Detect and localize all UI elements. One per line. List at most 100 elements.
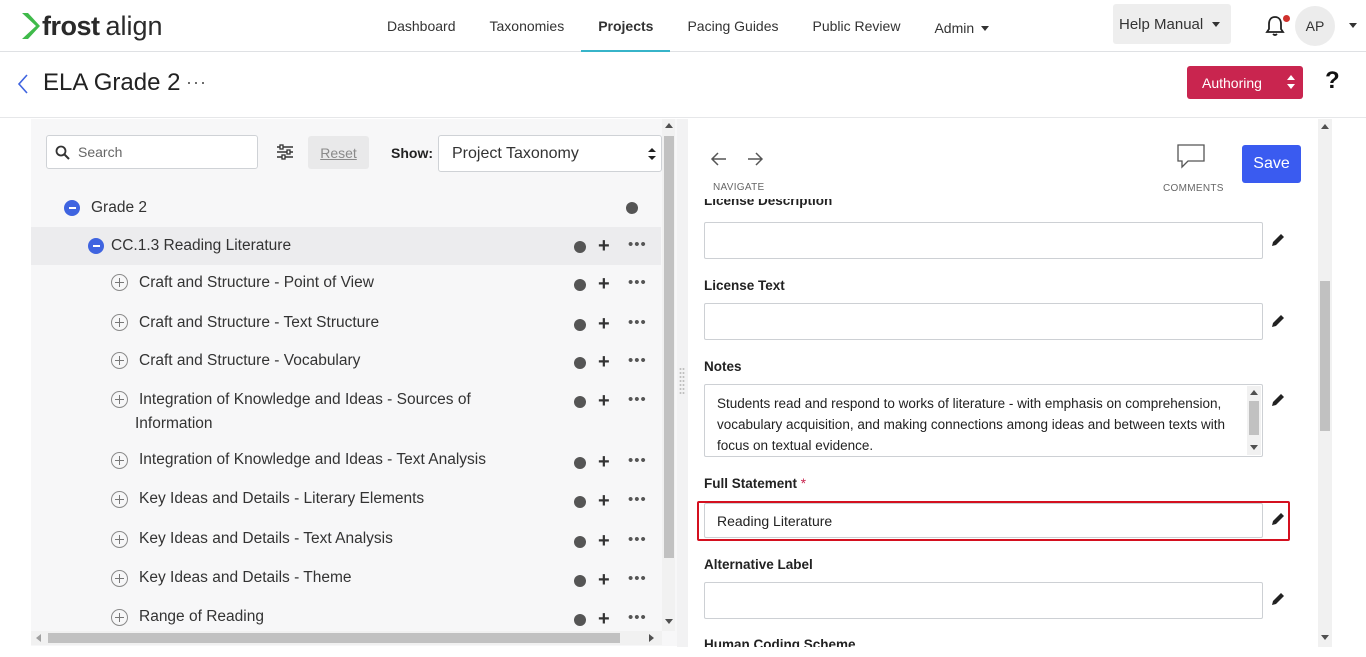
tree-row[interactable]: Key Ideas and Details - Text Analysis + … — [31, 523, 661, 562]
more-options-icon[interactable]: ••• — [628, 275, 647, 290]
collapse-icon[interactable] — [64, 200, 80, 216]
scrollbar-thumb[interactable] — [1249, 401, 1259, 435]
mode-select-label: Authoring — [1202, 74, 1262, 91]
scroll-up-arrow-icon[interactable] — [665, 123, 673, 128]
expand-icon[interactable] — [111, 570, 128, 587]
arrow-right-icon[interactable] — [748, 152, 764, 166]
tree-node-label: Craft and Structure - Point of View — [139, 274, 374, 291]
required-asterisk: * — [800, 476, 807, 491]
mode-select[interactable]: Authoring — [1187, 66, 1303, 99]
notes-field[interactable]: Students read and respond to works of li… — [704, 384, 1263, 457]
scrollbar-thumb[interactable] — [48, 633, 620, 643]
back-arrow-icon[interactable] — [15, 73, 31, 95]
scrollbar-thumb[interactable] — [1320, 281, 1330, 431]
pencil-edit-icon[interactable] — [1270, 313, 1286, 329]
tree-horizontal-scrollbar[interactable] — [31, 631, 662, 645]
add-child-icon[interactable]: + — [598, 236, 610, 256]
scroll-down-arrow-icon[interactable] — [1321, 635, 1329, 640]
show-select[interactable]: Project Taxonomy — [438, 135, 662, 172]
help-manual-dropdown[interactable]: Help Manual — [1113, 4, 1231, 44]
expand-icon[interactable] — [111, 314, 128, 331]
add-child-icon[interactable]: + — [598, 314, 610, 334]
license-text-field[interactable] — [704, 303, 1263, 340]
scroll-down-arrow-icon[interactable] — [665, 619, 673, 624]
add-child-icon[interactable]: + — [598, 274, 610, 294]
more-options-icon[interactable]: ••• — [628, 610, 647, 625]
pencil-edit-icon[interactable] — [1270, 232, 1286, 248]
pencil-edit-icon[interactable] — [1270, 511, 1286, 527]
status-dot-icon — [574, 357, 586, 369]
expand-icon[interactable] — [111, 491, 128, 508]
add-child-icon[interactable]: + — [598, 609, 610, 629]
add-child-icon[interactable]: + — [598, 570, 610, 590]
full-statement-field[interactable]: Reading Literature — [704, 503, 1263, 538]
more-options-icon[interactable]: ••• — [628, 532, 647, 547]
arrow-left-icon[interactable] — [710, 152, 726, 166]
frost-align-logo[interactable]: frost align — [20, 10, 163, 42]
scroll-up-arrow-icon[interactable] — [1250, 390, 1258, 395]
license-description-field[interactable] — [704, 222, 1263, 259]
status-dot-icon — [574, 575, 586, 587]
tree-row[interactable]: Key Ideas and Details - Theme + ••• — [31, 562, 661, 602]
expand-icon[interactable] — [111, 391, 128, 408]
more-options-icon[interactable]: ••• — [628, 492, 647, 507]
collapse-icon[interactable] — [88, 238, 104, 254]
tree-row[interactable]: Craft and Structure - Point of View + ••… — [31, 265, 661, 305]
expand-icon[interactable] — [111, 531, 128, 548]
panel-resize-handle[interactable] — [677, 119, 688, 647]
expand-icon[interactable] — [111, 452, 128, 469]
save-button[interactable]: Save — [1242, 145, 1301, 183]
expand-icon[interactable] — [111, 609, 128, 626]
more-options-icon[interactable]: ••• — [628, 353, 647, 368]
scrollbar-thumb[interactable] — [664, 136, 674, 558]
scroll-left-arrow-icon[interactable] — [36, 634, 41, 642]
status-dot-icon — [574, 457, 586, 469]
tree-node-label: Range of Reading — [139, 608, 264, 625]
chevron-down-icon[interactable] — [1349, 23, 1357, 28]
help-question-icon[interactable]: ? — [1325, 67, 1340, 95]
pencil-edit-icon[interactable] — [1270, 392, 1286, 408]
more-options-icon[interactable]: ••• — [628, 237, 647, 252]
add-child-icon[interactable]: + — [598, 452, 610, 472]
more-options-icon[interactable]: ••• — [628, 392, 647, 407]
more-options-icon[interactable]: ··· — [186, 72, 207, 93]
search-field[interactable] — [46, 135, 258, 169]
avatar[interactable]: AP — [1295, 6, 1335, 46]
scroll-right-arrow-icon[interactable] — [649, 634, 654, 642]
comments-icon[interactable] — [1176, 143, 1206, 169]
more-options-icon[interactable]: ••• — [628, 315, 647, 330]
more-options-icon[interactable]: ••• — [628, 571, 647, 586]
alternative-label-field[interactable] — [704, 582, 1263, 619]
search-input[interactable] — [78, 144, 248, 160]
more-options-icon[interactable]: ••• — [628, 453, 647, 468]
tree-row[interactable]: Craft and Structure - Text Structure + •… — [31, 305, 661, 344]
add-child-icon[interactable]: + — [598, 391, 610, 411]
nav-pacing-guides[interactable]: Pacing Guides — [670, 0, 795, 52]
filter-sliders-icon[interactable] — [276, 144, 294, 160]
tree-row[interactable]: Key Ideas and Details - Literary Element… — [31, 483, 661, 523]
tree-row-selected[interactable]: CC.1.3 Reading Literature + ••• — [31, 227, 661, 265]
details-vertical-scrollbar[interactable] — [1318, 119, 1332, 647]
pencil-edit-icon[interactable] — [1270, 591, 1286, 607]
expand-icon[interactable] — [111, 274, 128, 291]
license-text-label: License Text — [704, 278, 785, 293]
nav-dashboard[interactable]: Dashboard — [370, 0, 473, 52]
nav-projects[interactable]: Projects — [581, 0, 671, 52]
notes-scrollbar[interactable] — [1247, 386, 1261, 455]
nav-admin[interactable]: Admin — [917, 2, 1006, 54]
scroll-up-arrow-icon[interactable] — [1321, 124, 1329, 129]
reset-button[interactable]: Reset — [308, 136, 369, 169]
expand-icon[interactable] — [111, 352, 128, 369]
add-child-icon[interactable]: + — [598, 531, 610, 551]
tree-row[interactable]: Grade 2 — [31, 189, 661, 227]
add-child-icon[interactable]: + — [598, 352, 610, 372]
item-fields: License Description License Text Notes S… — [688, 199, 1318, 647]
nav-taxonomies[interactable]: Taxonomies — [473, 0, 582, 52]
scroll-down-arrow-icon[interactable] — [1250, 445, 1258, 450]
add-child-icon[interactable]: + — [598, 491, 610, 511]
tree-row[interactable]: Integration of Knowledge and Ideas - Tex… — [31, 444, 661, 483]
tree-row[interactable]: Craft and Structure - Vocabulary + ••• — [31, 344, 661, 384]
tree-row[interactable]: Integration of Knowledge and Ideas - Sou… — [31, 384, 661, 444]
nav-public-review[interactable]: Public Review — [796, 0, 918, 52]
tree-vertical-scrollbar[interactable] — [662, 119, 675, 631]
